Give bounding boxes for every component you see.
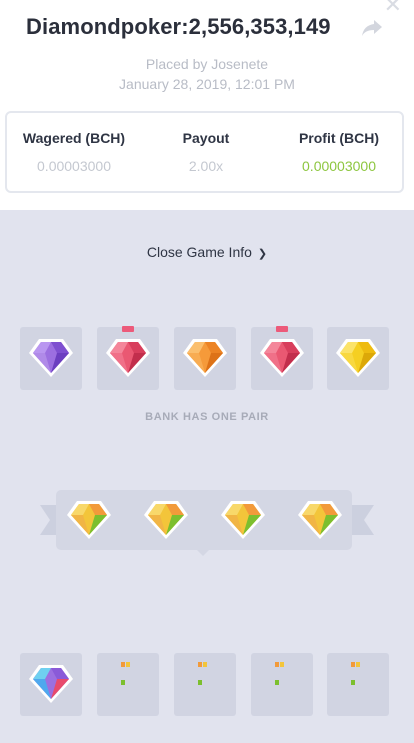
share-icon[interactable]: [360, 18, 384, 38]
multicolor-gem-icon: [298, 501, 342, 539]
red-gem-icon: [260, 339, 304, 377]
bet-date: January 28, 2019, 12:01 PM: [119, 76, 295, 92]
multicolor-gem-icon: [67, 501, 111, 539]
bank-result-text: BANK HAS ONE PAIR: [145, 411, 269, 423]
profit-label: Profit (BCH): [298, 130, 380, 146]
player-gem-slot-hidden: [327, 653, 389, 716]
bank-gem-slot: [251, 326, 313, 390]
bank-gem-slot: [20, 327, 82, 390]
color-marker: [275, 654, 289, 685]
purple-gem-icon: [29, 339, 73, 377]
bank-gem-slot: [327, 327, 389, 390]
red-gem-icon: [106, 339, 150, 377]
profit-stat: Profit (BCH) 0.00003000: [283, 130, 395, 174]
close-icon[interactable]: ✕: [384, 0, 402, 16]
wagered-label: Wagered (BCH): [22, 130, 126, 146]
ribbon-pointer: [196, 549, 210, 556]
bank-gem-slot: [97, 326, 159, 390]
multicolor-gem-icon: [144, 501, 188, 539]
player-gem-slot: [20, 653, 82, 716]
player-gem-slot-hidden: [174, 653, 236, 716]
wagered-value: 0.00003000: [37, 158, 111, 174]
color-marker: [121, 654, 135, 685]
payout-value: 2.00x: [188, 158, 224, 174]
bet-stats-card: Wagered (BCH) 0.00003000 Payout 2.00x Pr…: [5, 111, 404, 193]
bank-gem-slot: [174, 327, 236, 390]
payout-label: Payout: [182, 130, 230, 146]
placed-by: Placed by Josenete: [145, 56, 269, 72]
toggle-label: Close Game Info: [146, 244, 252, 260]
payout-stat: Payout 2.00x: [157, 130, 255, 174]
pair-marker: [122, 326, 134, 332]
orange-gem-icon: [183, 339, 227, 377]
color-marker: [351, 654, 365, 685]
player-gem-slot-hidden: [97, 653, 159, 716]
page-title: Diamondpoker:2,556,353,149: [26, 14, 331, 39]
yellow-gem-icon: [336, 339, 380, 377]
wagered-stat: Wagered (BCH) 0.00003000: [15, 130, 133, 174]
game-info-panel: Close Game Info ❯ BANK HAS ONE PAIR: [0, 210, 414, 743]
player-gem-slot-hidden: [251, 653, 313, 716]
profit-value: 0.00003000: [302, 158, 376, 174]
color-marker: [198, 654, 212, 685]
multicolor-gem-icon: [221, 501, 265, 539]
rainbow-gem-icon: [29, 665, 73, 703]
pair-marker: [276, 326, 288, 332]
chevron-down-icon: ❯: [257, 248, 268, 260]
close-game-info-toggle[interactable]: Close Game Info ❯: [0, 244, 414, 260]
bet-info-header: ✕ Diamondpoker:2,556,353,149 Placed by J…: [0, 0, 414, 210]
